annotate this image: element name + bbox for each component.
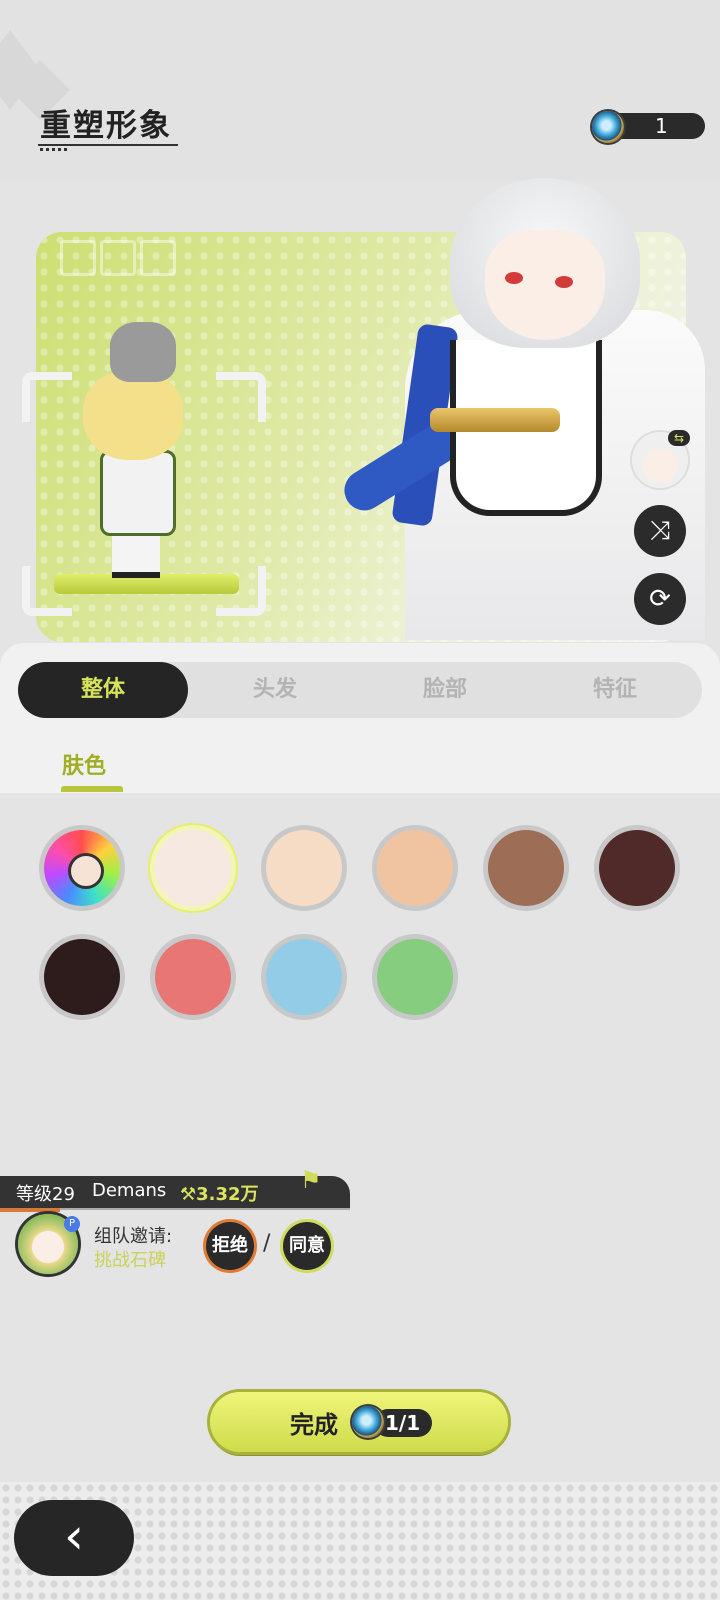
page-title: 重塑形象 (40, 108, 172, 144)
refresh-button[interactable]: ⟳ (634, 573, 686, 625)
skin-swatch[interactable] (266, 939, 342, 1015)
skin-swatch[interactable] (155, 939, 231, 1015)
preview-decoration (60, 240, 180, 280)
inviter-power: ⚒3.32万 (180, 1184, 259, 1205)
header (0, 0, 720, 180)
refresh-icon: ⟳ (649, 584, 671, 614)
skin-swatch[interactable] (599, 830, 675, 906)
frame-corner (22, 372, 72, 422)
skin-swatch[interactable] (377, 830, 453, 906)
tab-face[interactable]: 脸部 (360, 662, 530, 718)
inviter-name: Demans (92, 1180, 167, 1201)
title-dots (40, 148, 70, 151)
chibi-head (83, 370, 183, 460)
back-button[interactable]: ‹ (14, 1500, 134, 1576)
mirror-icon (592, 111, 624, 143)
skin-swatch[interactable] (44, 939, 120, 1015)
invite-activity: 挑战石碑 (94, 1250, 166, 1271)
shuffle-icon: ⤨ (649, 515, 671, 546)
chevron-left-icon: ‹ (64, 1507, 84, 1565)
invite-separator: / (263, 1231, 271, 1256)
skin-swatch[interactable] (155, 830, 231, 906)
accept-button[interactable]: 同意 (283, 1222, 331, 1270)
chibi-body (100, 450, 176, 536)
platform-badge: P (64, 1216, 80, 1232)
tab-feature[interactable]: 特征 (530, 662, 700, 718)
reject-button[interactable]: 拒绝 (206, 1222, 254, 1270)
color-wheel-center (68, 853, 104, 889)
inviter-level: 等级29 (16, 1184, 75, 1205)
title-underline (38, 144, 178, 146)
skin-swatch[interactable] (377, 939, 453, 1015)
tab-overall[interactable]: 整体 (18, 662, 188, 718)
invite-label: 组队邀请: (94, 1226, 173, 1247)
hero-eye (555, 276, 573, 288)
frame-corner (216, 372, 266, 422)
flag-icon[interactable]: ⚑ (300, 1166, 332, 1194)
done-cost: 1/1 (385, 1411, 421, 1435)
chibi-cat (110, 322, 176, 382)
mirror-icon (352, 1406, 384, 1438)
done-label: 完成 (290, 1411, 338, 1439)
skin-swatch[interactable] (266, 830, 342, 906)
shuffle-button[interactable]: ⤨ (634, 505, 686, 557)
currency-value: 1 (655, 114, 668, 138)
subtab-underline (61, 786, 123, 792)
tab-hair[interactable]: 头发 (190, 662, 360, 718)
invite-bar-line (60, 1208, 350, 1210)
subtab-skin-color[interactable]: 肤色 (62, 748, 106, 780)
skin-swatch[interactable] (488, 830, 564, 906)
hero-eye (505, 272, 523, 284)
hero-belt (430, 408, 560, 432)
hero-face (485, 230, 605, 340)
swap-icon: ⇆ (668, 430, 690, 446)
invite-bar-accent (0, 1208, 60, 1212)
